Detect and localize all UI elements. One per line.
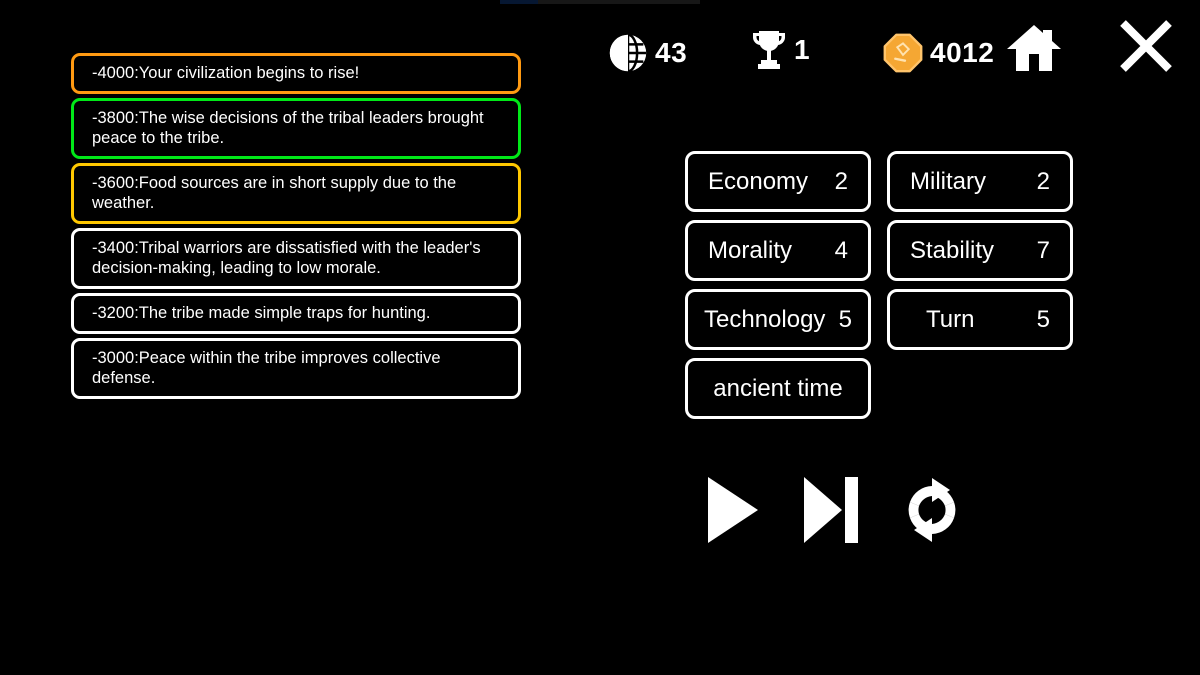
log-entry[interactable]: -3800:The wise decisions of the tribal l… [71, 98, 521, 159]
hud-bar: 43 1 4012 [600, 20, 1180, 88]
globe-icon [605, 30, 651, 76]
population-indicator[interactable]: 43 [605, 25, 687, 81]
stat-era[interactable]: ancient time [685, 358, 871, 419]
next-button[interactable] [798, 473, 862, 547]
restart-button[interactable] [898, 476, 966, 544]
log-entry[interactable]: -3400:Tribal warriors are dissatisfied w… [71, 228, 521, 289]
stat-technology[interactable]: Technology 5 [685, 289, 871, 350]
stat-label: ancient time [713, 374, 843, 402]
log-entry[interactable]: -3600:Food sources are in short supply d… [71, 163, 521, 224]
stat-turn[interactable]: Turn 5 [887, 289, 1073, 350]
stat-label: Military [910, 167, 986, 195]
top-residual-bar [500, 0, 700, 4]
stat-military[interactable]: Military 2 [887, 151, 1073, 212]
refresh-icon [898, 476, 966, 544]
home-icon [1005, 21, 1063, 75]
stat-morality[interactable]: Morality 4 [685, 220, 871, 281]
score-value: 1 [794, 34, 811, 65]
play-icon [700, 473, 762, 547]
home-button[interactable] [1005, 20, 1063, 76]
playback-controls [700, 470, 970, 550]
coin-icon [880, 30, 926, 76]
stat-label: Turn [926, 305, 975, 333]
score-indicator[interactable]: 1 [748, 22, 810, 78]
play-button[interactable] [700, 473, 762, 547]
stat-label: Stability [910, 236, 995, 264]
stat-label: Technology [704, 305, 826, 333]
stat-economy[interactable]: Economy 2 [685, 151, 871, 212]
stat-value: 2 [834, 167, 848, 195]
gold-value: 4012 [930, 37, 995, 68]
stat-label: Morality [708, 236, 793, 264]
trophy-icon [748, 25, 790, 75]
stats-panel: Economy 2 Military 2 Morality 4 Stabilit… [685, 151, 1073, 419]
gold-indicator[interactable]: 4012 [880, 25, 994, 81]
stat-value: 2 [1036, 167, 1050, 195]
event-log-panel: -4000:Your civilization begins to rise! … [71, 53, 521, 399]
skip-next-icon [798, 473, 862, 547]
stat-value: 7 [1036, 236, 1050, 264]
stat-value: 5 [838, 305, 852, 333]
stat-label: Economy [708, 167, 809, 195]
close-button[interactable] [1115, 18, 1177, 74]
stat-value: 5 [1036, 305, 1050, 333]
population-value: 43 [655, 37, 688, 68]
log-entry[interactable]: -3200:The tribe made simple traps for hu… [71, 293, 521, 334]
close-icon [1115, 15, 1177, 77]
stat-value: 4 [834, 236, 848, 264]
log-entry[interactable]: -3000:Peace within the tribe improves co… [71, 338, 521, 399]
stat-stability[interactable]: Stability 7 [887, 220, 1073, 281]
log-entry[interactable]: -4000:Your civilization begins to rise! [71, 53, 521, 94]
